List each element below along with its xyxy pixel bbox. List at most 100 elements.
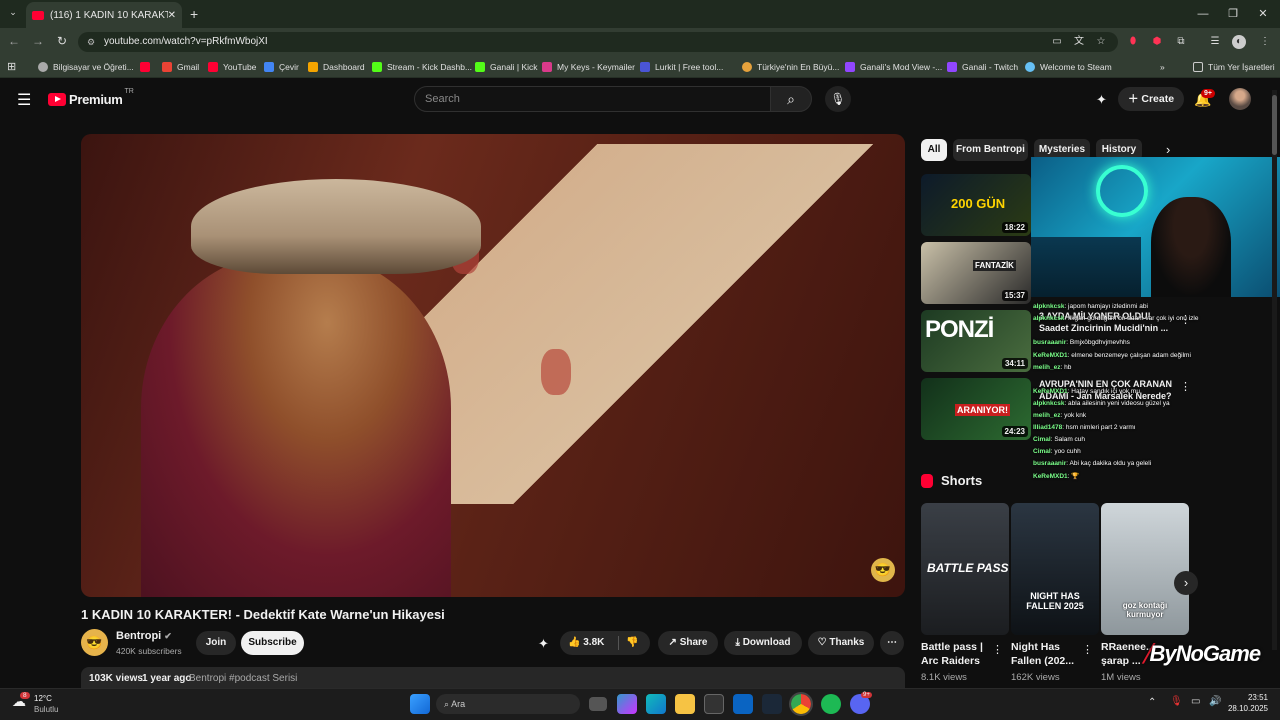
bookmark-item[interactable]: Dashboard: [308, 59, 365, 75]
video-player[interactable]: 😎: [81, 134, 905, 597]
close-window-icon[interactable]: ✕: [1252, 5, 1274, 23]
bookmark-item[interactable]: Ganali | Kick: [475, 59, 538, 75]
microphone-icon[interactable]: 🎙: [825, 86, 851, 112]
bookmark-item[interactable]: My Keys - Keymailer: [542, 59, 635, 75]
start-menu-icon[interactable]: [410, 694, 430, 714]
forward-icon[interactable]: →: [30, 34, 46, 48]
bookmark-item[interactable]: Çevir: [264, 59, 299, 75]
extension-icon[interactable]: ⬢: [1150, 35, 1164, 49]
scrollbar-thumb[interactable]: [1272, 95, 1277, 155]
bookmark-item[interactable]: Stream - Kick Dashb...: [372, 59, 472, 75]
address-bar[interactable]: ⚙ youtube.com/watch?v=pRkfmWbojXI: [78, 32, 1118, 52]
chrome-menu-icon[interactable]: ⋮: [1258, 35, 1272, 49]
file-explorer-icon[interactable]: [675, 694, 695, 714]
chip-all[interactable]: All: [921, 139, 947, 161]
steam-icon[interactable]: [762, 694, 782, 714]
like-count[interactable]: 3.8K: [583, 637, 604, 648]
ask-ai-icon[interactable]: ✦: [538, 636, 549, 652]
network-icon[interactable]: ▭: [1191, 696, 1200, 707]
bookmark-item[interactable]: Gmail: [162, 59, 199, 75]
create-button[interactable]: ＋ Create: [1118, 87, 1184, 111]
apps-grid-icon[interactable]: ⊞: [7, 60, 16, 73]
profile-icon[interactable]: ◐: [1232, 35, 1246, 49]
short-title[interactable]: Battle pass | Arc Raiders: [921, 640, 987, 668]
minimize-icon[interactable]: —: [1192, 5, 1214, 23]
weather-badge: 8: [20, 692, 30, 699]
channel-avatar[interactable]: 😎: [81, 629, 108, 656]
account-avatar[interactable]: [1229, 88, 1251, 110]
clock-time[interactable]: 23:51: [1236, 693, 1268, 702]
bookmark-item[interactable]: Lurkit | Free tool...: [640, 59, 723, 75]
edge-icon[interactable]: [646, 694, 666, 714]
short-title[interactable]: Night Has Fallen (202...: [1011, 640, 1081, 668]
maximize-icon[interactable]: ❐: [1222, 5, 1244, 23]
join-button[interactable]: Join: [196, 631, 236, 655]
short-menu-icon[interactable]: ⋮: [1082, 643, 1093, 656]
new-tab-icon[interactable]: +: [190, 6, 198, 22]
channel-watermark-icon[interactable]: 😎: [871, 558, 895, 582]
subscribe-button[interactable]: Subscribe: [241, 631, 304, 655]
bookmark-item[interactable]: Ganali's Mod View -...: [845, 59, 942, 75]
bookmark-item[interactable]: Türkiye'nin En Büyü...: [742, 59, 839, 75]
chrome-icon[interactable]: [789, 692, 813, 716]
youtube-logo[interactable]: Premium TR: [48, 88, 134, 107]
like-icon[interactable]: 👍: [568, 637, 580, 648]
extension-shield-icon[interactable]: ⬮: [1126, 35, 1140, 49]
bookmark-item[interactable]: Ganali - Twitch: [947, 59, 1018, 75]
recommendation-thumbnail[interactable]: FANTAZİK 15:37: [921, 242, 1031, 304]
bookmark-item[interactable]: [140, 59, 155, 75]
site-info-icon[interactable]: ⚙: [87, 32, 95, 52]
recommendation-thumbnail[interactable]: 200 GÜN 18:22: [921, 174, 1031, 236]
shorts-next-icon[interactable]: ›: [1174, 571, 1198, 595]
browser-tab[interactable]: (116) 1 KADIN 10 KARAKTER! - ✕: [26, 2, 182, 28]
task-view-icon[interactable]: [589, 697, 607, 711]
volume-icon[interactable]: 🔊: [1209, 696, 1221, 707]
reading-list-icon[interactable]: ☰: [1208, 35, 1222, 49]
windows-taskbar: [0, 688, 1280, 720]
more-actions-icon[interactable]: ⋯: [880, 631, 904, 655]
hamburger-menu-icon[interactable]: ☰: [17, 90, 31, 110]
thanks-button[interactable]: ♡ Thanks: [808, 631, 874, 655]
channel-name[interactable]: Bentropi ✔: [116, 630, 172, 642]
sparkle-icon[interactable]: ✦: [1096, 92, 1107, 108]
reload-icon[interactable]: ↻: [54, 34, 70, 48]
rec-menu-icon[interactable]: ⋮: [1180, 380, 1191, 393]
clock-date[interactable]: 28.10.2025: [1226, 704, 1268, 713]
cast-icon[interactable]: ▭: [1050, 35, 1064, 49]
bookmark-item[interactable]: Welcome to Steam: [1025, 59, 1112, 75]
recommendation-thumbnail[interactable]: PONZİ 34:11: [921, 310, 1031, 372]
short-thumbnail[interactable]: BATTLE PASS: [921, 503, 1009, 635]
download-button[interactable]: ⤓ Download: [724, 631, 802, 655]
spotify-icon[interactable]: [821, 694, 841, 714]
bookmark-item[interactable]: YouTube: [208, 59, 256, 75]
all-bookmarks-folder[interactable]: Tüm Yer İşaretleri: [1193, 59, 1275, 75]
bookmark-star-icon[interactable]: ☆: [1094, 35, 1108, 49]
extensions-puzzle-icon[interactable]: ⧉: [1174, 35, 1188, 49]
chip-from-bentropi[interactable]: From Bentropi: [953, 139, 1028, 161]
rec-title[interactable]: Saadet Zincirinin Mucidi'nin ...: [1039, 323, 1168, 333]
outlook-icon[interactable]: [733, 694, 753, 714]
dislike-icon[interactable]: 👎: [626, 631, 638, 655]
short-thumbnail[interactable]: NIGHT HAS FALLEN 2025: [1011, 503, 1099, 635]
store-icon[interactable]: [704, 694, 724, 714]
scrollbar-track[interactable]: [1272, 90, 1277, 650]
tab-search-icon[interactable]: ⌄: [6, 7, 20, 21]
chips-next-icon[interactable]: ›: [1166, 142, 1170, 157]
search-icon[interactable]: ⌕: [770, 86, 812, 112]
back-icon[interactable]: ←: [6, 34, 22, 48]
search-input[interactable]: Search: [414, 86, 771, 112]
copilot-icon[interactable]: [617, 694, 637, 714]
bookmarks-overflow-icon[interactable]: »: [1160, 59, 1165, 75]
tray-overflow-icon[interactable]: ⌃: [1148, 697, 1156, 708]
mic-tray-icon[interactable]: 🎙: [1170, 696, 1183, 707]
translate-icon[interactable]: 文: [1072, 35, 1086, 49]
chat-user: alpknkcsk: [1033, 315, 1065, 322]
share-button[interactable]: ↗ Share: [658, 631, 718, 655]
short-menu-icon[interactable]: ⋮: [992, 643, 1003, 656]
recommendation-thumbnail[interactable]: ARANIYOR! 24:23: [921, 378, 1031, 440]
short-thumbnail[interactable]: goz kontağı kurmuyor: [1101, 503, 1189, 635]
bookmark-item[interactable]: Bilgisayar ve Öğreti...: [38, 59, 134, 75]
taskbar-search[interactable]: ⌕ Ara: [436, 694, 580, 714]
close-tab-icon[interactable]: ✕: [168, 10, 176, 21]
video-frame-hat: [191, 179, 481, 274]
